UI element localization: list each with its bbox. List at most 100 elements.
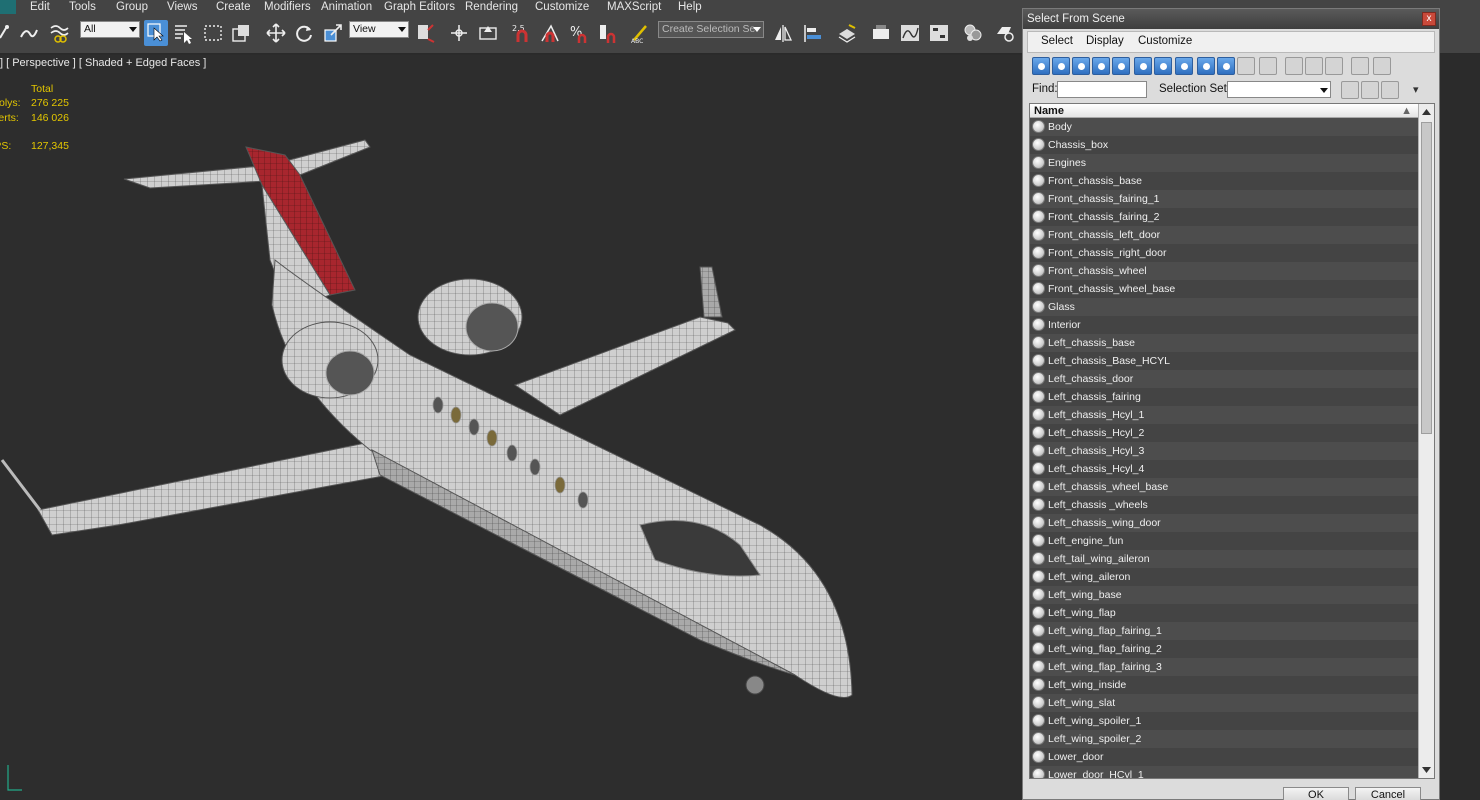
angle-snap-icon[interactable] — [539, 22, 561, 44]
list-item[interactable]: Front_chassis_fairing_1 — [1030, 190, 1418, 208]
select-invert-icon[interactable] — [1325, 57, 1343, 75]
dialog-menu-customize[interactable]: Customize — [1138, 35, 1192, 47]
list-item[interactable]: Left_wing_inside — [1030, 676, 1418, 694]
keyboard-shortcut-override-icon[interactable] — [477, 22, 499, 44]
menu-rendering[interactable]: Rendering — [465, 0, 518, 14]
select-set-icon[interactable] — [1381, 81, 1399, 99]
list-item[interactable]: Left_chassis_Hcyl_3 — [1030, 442, 1418, 460]
menu-graph-editors[interactable]: Graph Editors — [384, 0, 455, 14]
expand-chevron-icon[interactable]: ▾ — [1413, 83, 1419, 96]
list-item[interactable]: Front_chassis_base — [1030, 172, 1418, 190]
display-containers-icon[interactable] — [1217, 57, 1235, 75]
list-item[interactable]: Front_chassis_wheel — [1030, 262, 1418, 280]
menu-help[interactable]: Help — [678, 0, 702, 14]
edit-named-selection-icon[interactable]: ABC — [630, 22, 652, 45]
list-item[interactable]: Left_wing_spoiler_1 — [1030, 712, 1418, 730]
curve-editor-icon[interactable] — [899, 22, 921, 44]
dialog-menu-select[interactable]: Select — [1041, 35, 1073, 47]
link-icon[interactable] — [0, 22, 18, 44]
list-item[interactable]: Left_chassis_wheel_base — [1030, 478, 1418, 496]
menu-animation[interactable]: Animation — [321, 0, 372, 14]
list-item[interactable]: Glass — [1030, 298, 1418, 316]
scale-icon[interactable] — [322, 22, 344, 44]
list-item[interactable]: Left_wing_flap_fairing_3 — [1030, 658, 1418, 676]
list-item[interactable]: Left_chassis_base — [1030, 334, 1418, 352]
list-item[interactable]: Left_chassis _wheels — [1030, 496, 1418, 514]
align-icon[interactable] — [802, 22, 824, 44]
select-none-icon[interactable] — [1305, 57, 1323, 75]
scrollbar-thumb[interactable] — [1421, 122, 1432, 434]
list-item[interactable]: Left_wing_flap_fairing_2 — [1030, 640, 1418, 658]
select-object-icon[interactable] — [144, 20, 168, 46]
menu-views[interactable]: Views — [167, 0, 197, 14]
list-item[interactable]: Left_tail_wing_aileron — [1030, 550, 1418, 568]
list-item[interactable]: Left_chassis_Base_HCYL — [1030, 352, 1418, 370]
display-groups-icon[interactable] — [1154, 57, 1172, 75]
list-item[interactable]: Left_engine_fun — [1030, 532, 1418, 550]
scroll-down-icon[interactable] — [1421, 764, 1432, 776]
rotate-icon[interactable] — [293, 22, 315, 44]
menu-customize[interactable]: Customize — [535, 0, 589, 14]
scroll-up-icon[interactable] — [1421, 106, 1432, 118]
list-item[interactable]: Left_chassis_fairing — [1030, 388, 1418, 406]
list-item[interactable]: Front_chassis_right_door — [1030, 244, 1418, 262]
close-icon[interactable]: x — [1422, 12, 1436, 26]
list-item[interactable]: Lower_door_HCyl_1 — [1030, 766, 1418, 778]
list-item[interactable]: Left_wing_spoiler_2 — [1030, 730, 1418, 748]
render-setup-icon[interactable] — [994, 22, 1016, 44]
display-cameras-icon[interactable] — [1092, 57, 1110, 75]
list-item[interactable]: Front_chassis_wheel_base — [1030, 280, 1418, 298]
cancel-button[interactable]: Cancel — [1355, 787, 1421, 800]
display-shapes-icon[interactable] — [1052, 57, 1070, 75]
list-item[interactable]: Left_wing_base — [1030, 586, 1418, 604]
menu-group[interactable]: Group — [116, 0, 148, 14]
display-space-warps-icon[interactable] — [1134, 57, 1152, 75]
named-selection-set-dropdown[interactable]: Create Selection Se — [658, 21, 764, 38]
add-selection-set-icon[interactable] — [1341, 81, 1359, 99]
display-xrefs-icon[interactable] — [1175, 57, 1193, 75]
pivot-center-icon[interactable] — [414, 22, 436, 44]
list-item[interactable]: Interior — [1030, 316, 1418, 334]
window-crossing-icon[interactable] — [230, 22, 252, 44]
display-frozen-icon[interactable] — [1237, 57, 1255, 75]
list-item[interactable]: Lower_door — [1030, 748, 1418, 766]
select-all-icon[interactable] — [1285, 57, 1303, 75]
material-editor-icon[interactable] — [962, 22, 984, 44]
jet-3d-model[interactable] — [0, 55, 1022, 800]
remove-selection-set-icon[interactable] — [1361, 81, 1379, 99]
list-item[interactable]: Left_wing_flap_fairing_1 — [1030, 622, 1418, 640]
list-item[interactable]: Left_wing_slat — [1030, 694, 1418, 712]
list-item[interactable]: Left_chassis_wing_door — [1030, 514, 1418, 532]
move-icon[interactable] — [265, 22, 287, 44]
menu-tools[interactable]: Tools — [69, 0, 96, 14]
sync-selection-icon[interactable] — [1373, 57, 1391, 75]
list-item[interactable]: Left_chassis_door — [1030, 370, 1418, 388]
menu-edit[interactable]: Edit — [30, 0, 50, 14]
app-logo-icon[interactable] — [0, 0, 16, 14]
list-item[interactable]: Front_chassis_fairing_2 — [1030, 208, 1418, 226]
display-helpers-icon[interactable] — [1112, 57, 1130, 75]
display-lights-icon[interactable] — [1072, 57, 1090, 75]
rectangular-selection-icon[interactable] — [202, 22, 224, 44]
column-header-name[interactable]: Name ▲ — [1030, 104, 1418, 118]
list-item[interactable]: Body — [1030, 118, 1418, 136]
list-scrollbar[interactable] — [1418, 104, 1434, 778]
spinner-snap-icon[interactable] — [597, 22, 619, 44]
list-item[interactable]: Left_chassis_Hcyl_2 — [1030, 424, 1418, 442]
reference-coordinate-dropdown[interactable]: View — [349, 21, 409, 38]
select-by-name-icon[interactable] — [172, 22, 194, 44]
list-item[interactable]: Chassis_box — [1030, 136, 1418, 154]
scene-object-list[interactable]: Name ▲ Body Chassis_box Engines Front_chass… — [1029, 103, 1435, 779]
snaps-toggle-icon[interactable]: 2.5 — [511, 22, 533, 44]
list-item[interactable]: Left_wing_aileron — [1030, 568, 1418, 586]
layer-manager-icon[interactable] — [836, 22, 858, 44]
list-item[interactable]: Left_chassis_Hcyl_1 — [1030, 406, 1418, 424]
graphite-ribbon-icon[interactable] — [870, 22, 892, 44]
percent-snap-icon[interactable]: % — [568, 22, 590, 44]
ok-button[interactable]: OK — [1283, 787, 1349, 800]
list-item[interactable]: Front_chassis_left_door — [1030, 226, 1418, 244]
list-item[interactable]: Engines — [1030, 154, 1418, 172]
filter-icon[interactable] — [1351, 57, 1369, 75]
display-bones-icon[interactable] — [1197, 57, 1215, 75]
display-geometry-icon[interactable] — [1032, 57, 1050, 75]
